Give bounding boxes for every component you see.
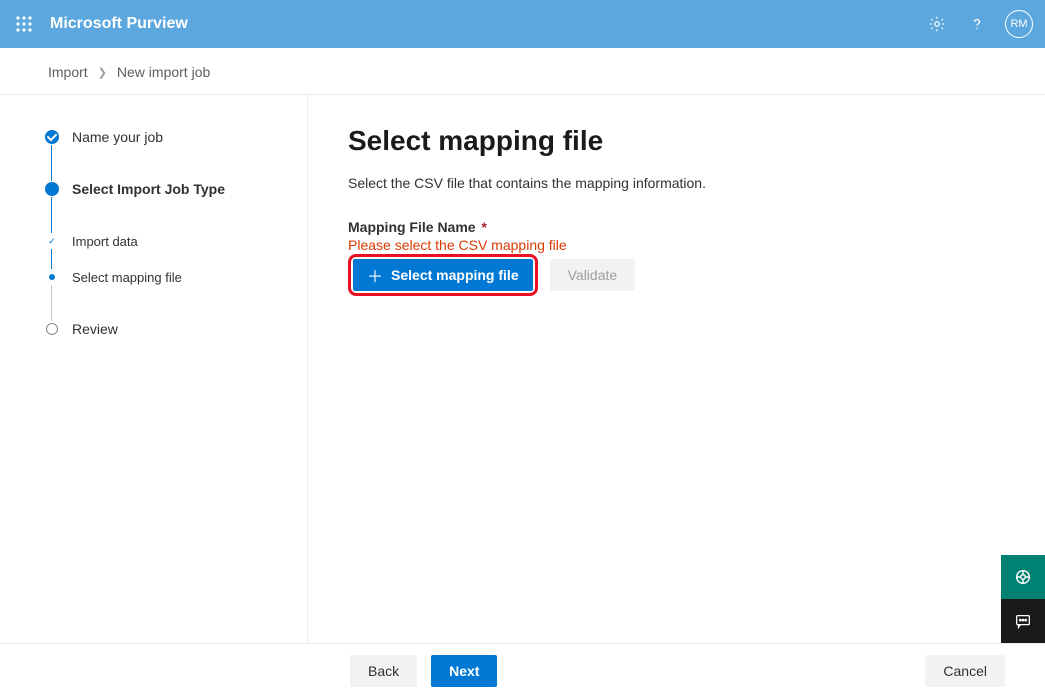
back-button[interactable]: Back xyxy=(350,655,417,687)
select-mapping-file-button[interactable]: ＋ Select mapping file xyxy=(353,259,533,291)
header-left: Microsoft Purview xyxy=(0,0,188,48)
step-connector xyxy=(51,197,307,233)
step-import-data[interactable]: ✓ Import data xyxy=(44,233,307,249)
cancel-button[interactable]: Cancel xyxy=(925,655,1005,687)
step-connector xyxy=(51,249,307,269)
field-label-text: Mapping File Name xyxy=(348,219,476,235)
page-description: Select the CSV file that contains the ma… xyxy=(348,175,1005,191)
breadcrumb: Import ❯ New import job xyxy=(0,48,1045,95)
content: Name your job Select Import Job Type ✓ I… xyxy=(0,95,1045,643)
required-asterisk: * xyxy=(478,219,487,235)
breadcrumb-root[interactable]: Import xyxy=(48,64,88,80)
page-title: Select mapping file xyxy=(348,125,1005,157)
product-name: Microsoft Purview xyxy=(50,15,188,33)
chevron-right-icon: ❯ xyxy=(98,66,107,79)
callout-highlight: ＋ Select mapping file xyxy=(348,254,538,296)
step-select-import-job-type[interactable]: Select Import Job Type xyxy=(44,181,307,197)
step-connector xyxy=(51,145,307,181)
breadcrumb-current: New import job xyxy=(117,64,210,80)
field-label: Mapping File Name * xyxy=(348,219,1005,235)
step-label: Name your job xyxy=(72,129,163,145)
step-label: Import data xyxy=(72,234,138,249)
dot-icon xyxy=(45,182,59,196)
app-header: Microsoft Purview RM xyxy=(0,0,1045,48)
settings-icon[interactable] xyxy=(921,8,953,40)
app-launcher-icon[interactable] xyxy=(0,0,48,48)
user-avatar[interactable]: RM xyxy=(1005,10,1033,38)
mini-dot-icon xyxy=(49,274,55,280)
plus-icon: ＋ xyxy=(367,263,383,287)
feedback-widget-button[interactable] xyxy=(1001,599,1045,643)
validate-button: Validate xyxy=(550,259,636,291)
main-panel: Select mapping file Select the CSV file … xyxy=(308,95,1045,643)
check-icon xyxy=(45,130,59,144)
header-right: RM xyxy=(921,8,1033,40)
wizard-footer: Back Next Cancel xyxy=(0,643,1045,697)
wizard-stepper: Name your job Select Import Job Type ✓ I… xyxy=(0,95,308,643)
button-label: Select mapping file xyxy=(391,267,519,283)
next-button[interactable]: Next xyxy=(431,655,497,687)
step-label: Select Import Job Type xyxy=(72,181,225,197)
step-name-your-job[interactable]: Name your job xyxy=(44,129,307,145)
button-row: ＋ Select mapping file Validate xyxy=(348,254,1005,296)
avatar-initials: RM xyxy=(1010,18,1027,30)
step-label: Select mapping file xyxy=(72,270,182,285)
step-label: Review xyxy=(72,321,118,337)
help-icon[interactable] xyxy=(961,8,993,40)
help-widget-button[interactable] xyxy=(1001,555,1045,599)
step-select-mapping-file[interactable]: Select mapping file xyxy=(44,269,307,285)
step-review[interactable]: Review xyxy=(44,321,307,337)
step-connector xyxy=(51,285,307,321)
circle-icon xyxy=(46,323,58,335)
error-message: Please select the CSV mapping file xyxy=(348,237,1005,253)
mini-check-icon: ✓ xyxy=(48,236,56,247)
